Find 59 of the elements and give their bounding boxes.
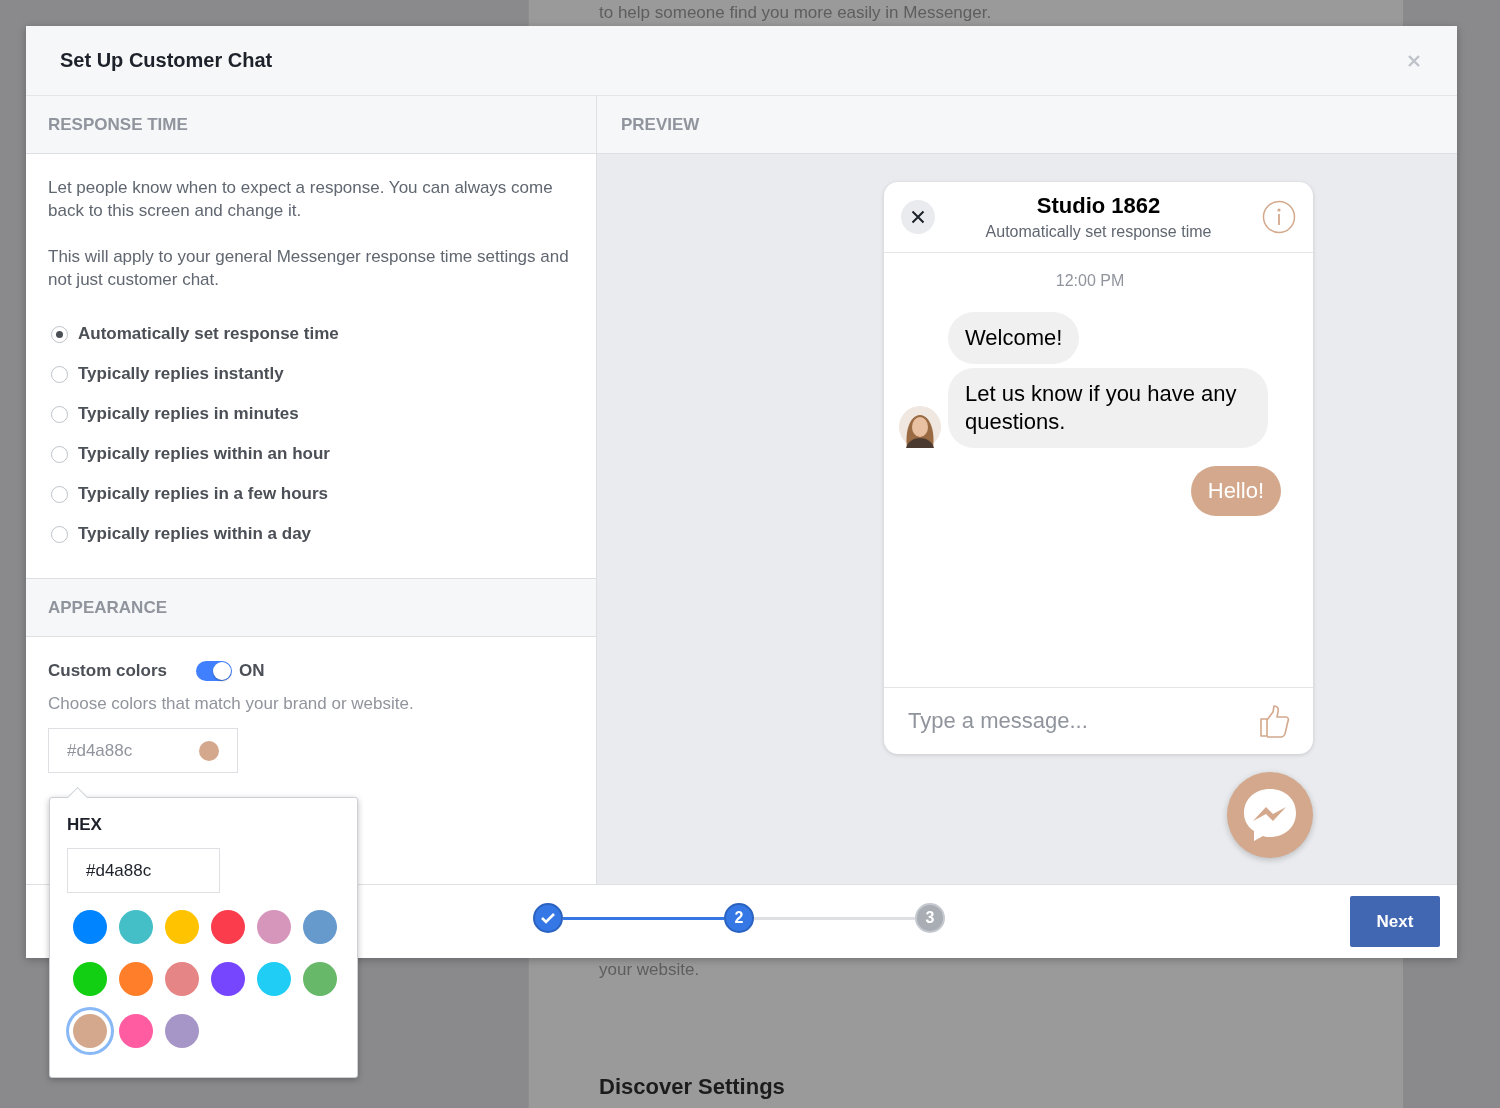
radio-label[interactable]: Typically replies in minutes	[78, 404, 299, 424]
radio-button[interactable]	[51, 365, 68, 383]
hex-input-field[interactable]: #d4a88c	[67, 848, 220, 893]
messenger-button[interactable]	[1227, 772, 1313, 858]
radio-button[interactable]	[51, 525, 68, 543]
radio-label[interactable]: Typically replies within a day	[78, 524, 312, 544]
color-swatch[interactable]	[73, 910, 107, 944]
color-swatch[interactable]	[303, 910, 337, 944]
field-label: HEX	[67, 815, 103, 835]
section-header: RESPONSE TIME	[26, 96, 596, 154]
chat-title: Studio 1862	[1035, 193, 1162, 219]
message-bubble: Welcome!	[948, 312, 1080, 364]
radio-button[interactable]	[51, 485, 68, 503]
color-swatch[interactable]	[119, 1014, 153, 1048]
color-swatch[interactable]	[303, 962, 337, 996]
color-swatch[interactable]	[119, 910, 153, 944]
close-icon	[911, 210, 925, 224]
color-swatch[interactable]	[165, 962, 199, 996]
timestamp: 12:00 PM	[1054, 272, 1126, 290]
message-bubble: Hello!	[1190, 466, 1281, 516]
description-text: This will apply to your general Messenger response time settings and not just customer chat.	[48, 246, 570, 291]
radio-label[interactable]: Typically replies in a few hours	[78, 484, 329, 504]
toggle-switch[interactable]	[196, 661, 233, 681]
close-icon[interactable]	[1407, 53, 1421, 68]
section-header: APPEARANCE	[26, 578, 596, 637]
toggle-state-label: ON	[239, 661, 265, 681]
section-heading: Discover Settings	[599, 1074, 786, 1100]
color-swatch[interactable]	[165, 1014, 199, 1048]
avatar	[899, 406, 941, 448]
radio-label[interactable]: Typically replies within an hour	[78, 444, 330, 464]
color-swatch[interactable]	[257, 910, 291, 944]
color-swatch[interactable]	[73, 962, 107, 996]
close-button[interactable]	[901, 200, 935, 234]
color-swatch[interactable]	[165, 910, 199, 944]
color-swatch[interactable]	[211, 962, 245, 996]
setting-label: Custom colors	[48, 661, 168, 681]
message-input[interactable]: Type a message...	[906, 707, 1259, 735]
chat-subtitle: Automatically set response time	[984, 223, 1213, 241]
color-swatch[interactable]	[257, 962, 291, 996]
radio-label[interactable]: Typically replies instantly	[78, 364, 284, 384]
body-text: to help someone find you more easily in Messenger.	[599, 3, 993, 23]
color-swatch[interactable]	[119, 962, 153, 996]
thumbs-up-icon[interactable]	[1259, 704, 1291, 738]
radio-button[interactable]	[51, 405, 68, 423]
message-bubble: Let us know if you have any questions.	[948, 368, 1268, 448]
step-indicator: 2	[724, 903, 754, 933]
body-text: your website.	[599, 960, 701, 980]
radio-label[interactable]: Automatically set response time	[78, 324, 339, 344]
section-header: PREVIEW	[597, 96, 1457, 154]
step-indicator: 3	[915, 903, 945, 933]
next-button[interactable]: Next	[1350, 896, 1440, 947]
radio-button[interactable]	[51, 445, 68, 463]
hint-text: Choose colors that match your brand or website.	[48, 694, 415, 714]
radio-button[interactable]	[51, 325, 68, 343]
info-icon[interactable]	[1262, 200, 1296, 234]
dialog-title: Set Up Customer Chat	[60, 49, 273, 72]
color-swatch[interactable]	[211, 910, 245, 944]
description-text: Let people know when to expect a response. You can always come back to this screen and change it.	[48, 177, 554, 222]
check-icon	[540, 912, 556, 924]
